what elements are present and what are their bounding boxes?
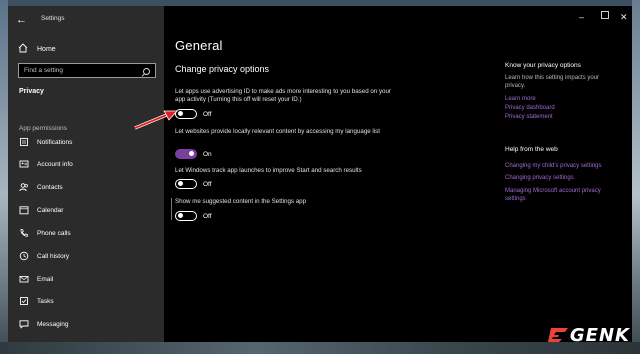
sidebar-item-label: Account info [37, 160, 73, 168]
page-title: General [175, 38, 223, 53]
title-bar: ← Settings [8, 6, 164, 34]
group-heading-app-permissions: App permissions [19, 125, 68, 132]
track-launches-toggle[interactable] [175, 179, 197, 189]
maximize-icon [601, 11, 609, 19]
toggle-state-label: Off [203, 110, 212, 118]
desktop-background-bottom [0, 342, 640, 354]
toggle-state-label: Off [203, 212, 212, 220]
sidebar-item-account-info[interactable]: Account info [18, 157, 158, 171]
link-changing-privacy-settings[interactable]: Changing privacy settings [505, 175, 617, 183]
search-icon[interactable] [141, 65, 151, 77]
language-list-toggle-row[interactable]: On [175, 149, 212, 159]
scrollbar[interactable] [171, 198, 172, 220]
sidebar-item-call-history[interactable]: Call history [18, 249, 158, 263]
tasks-icon [18, 295, 30, 307]
settings-window: ← Settings Home Find a setting Privacy A… [8, 6, 632, 342]
sidebar-item-tasks[interactable]: Tasks [18, 294, 158, 308]
sidebar-item-label: Messaging [37, 320, 69, 328]
section-subtitle: Change privacy options [175, 64, 270, 74]
toggle-state-label: On [203, 150, 212, 158]
minimize-button[interactable]: – [579, 12, 584, 22]
call-history-icon [18, 250, 30, 262]
sidebar-item-label: Contacts [37, 183, 63, 191]
home-nav-item[interactable]: Home [18, 42, 56, 56]
sidebar-item-label: Phone calls [37, 229, 71, 237]
language-list-toggle[interactable] [175, 149, 197, 159]
calendar-icon [18, 204, 30, 216]
search-input[interactable]: Find a setting [18, 63, 156, 78]
home-label: Home [37, 45, 56, 53]
toggle-state-label: Off [203, 180, 212, 188]
phone-icon [18, 227, 30, 239]
suggested-content-toggle[interactable] [175, 211, 197, 221]
setting-description-language-list: Let websites provide locally relevant co… [175, 128, 380, 135]
account-info-icon [18, 158, 30, 170]
sidebar-item-calendar[interactable]: Calendar [18, 203, 158, 217]
app-title: Settings [41, 15, 65, 22]
messaging-icon [18, 318, 30, 330]
setting-description-advertising-id: Let apps use advertising ID to make ads … [175, 88, 391, 103]
genk-logo-icon [547, 328, 568, 342]
desktop-background-left [0, 0, 8, 354]
track-launches-toggle-row[interactable]: Off [175, 179, 212, 189]
main-pane: – ✕ General Change privacy options Let a… [164, 6, 632, 342]
link-privacy-statement[interactable]: Privacy statement [505, 114, 617, 122]
sidebar-item-label: Tasks [37, 297, 54, 305]
link-microsoft-account-privacy[interactable]: Managing Microsoft account privacy setti… [505, 188, 623, 203]
watermark-text: GENK [569, 324, 630, 346]
section-heading-privacy: Privacy [19, 88, 44, 95]
sidebar-item-phone-calls[interactable]: Phone calls [18, 226, 158, 240]
sidebar: ← Settings Home Find a setting Privacy A… [8, 6, 164, 342]
sidebar-item-label: Notifications [37, 138, 73, 146]
search-placeholder: Find a setting [24, 67, 64, 74]
desktop-background-right [632, 0, 640, 354]
contacts-icon [18, 181, 30, 193]
know-privacy-text: Learn how this setting impacts your priv… [505, 75, 600, 89]
advertising-id-toggle-row[interactable]: Off [175, 109, 212, 119]
maximize-button[interactable] [601, 11, 609, 21]
setting-description-track-launches: Let Windows track app launches to improv… [175, 167, 362, 174]
home-icon [18, 43, 30, 55]
sidebar-item-notifications[interactable]: Notifications [18, 135, 158, 149]
close-button[interactable]: ✕ [620, 12, 628, 22]
sidebar-item-label: Call history [37, 252, 70, 260]
know-privacy-heading: Know your privacy options [505, 62, 581, 69]
back-arrow-icon[interactable]: ← [16, 14, 28, 26]
annotation-arrow-icon [134, 110, 178, 130]
sidebar-item-email[interactable]: Email [18, 272, 158, 286]
setting-description-suggested-content: Show me suggested content in the Setting… [175, 198, 307, 205]
notifications-icon [18, 136, 30, 148]
sidebar-item-label: Email [37, 275, 54, 283]
sidebar-item-messaging[interactable]: Messaging [18, 317, 158, 331]
sidebar-item-label: Calendar [37, 206, 64, 214]
suggested-content-toggle-row[interactable]: Off [175, 211, 212, 221]
link-child-privacy-settings[interactable]: Changing my child's privacy settings [505, 163, 617, 171]
watermark-logo: GENK [547, 324, 630, 346]
toggle-knob [178, 181, 183, 186]
toggle-knob [189, 151, 194, 156]
email-icon [18, 273, 30, 285]
link-learn-more[interactable]: Learn more [505, 96, 617, 104]
sidebar-item-contacts[interactable]: Contacts [18, 180, 158, 194]
toggle-knob [178, 213, 183, 218]
link-privacy-dashboard[interactable]: Privacy dashboard [505, 105, 617, 113]
help-heading: Help from the web [505, 146, 558, 153]
